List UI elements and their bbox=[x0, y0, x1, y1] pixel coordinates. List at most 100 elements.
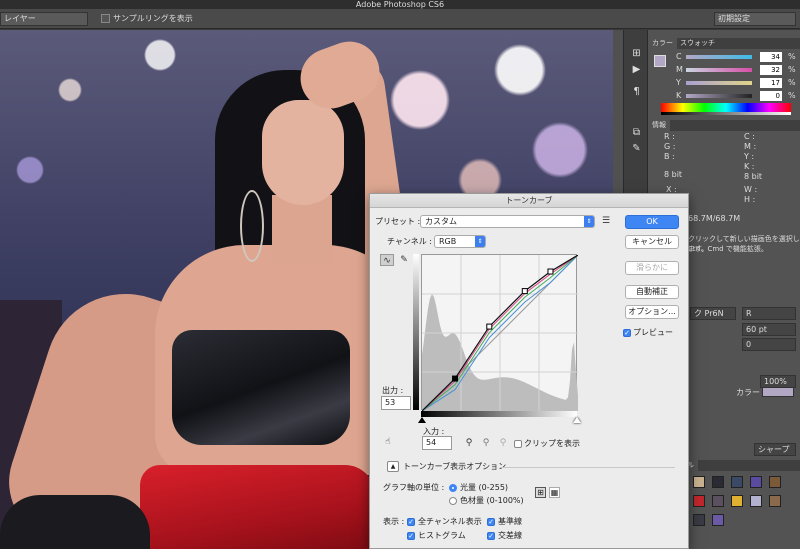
auto-button[interactable]: 自動補正 bbox=[625, 285, 679, 299]
sample-ring-checkbox[interactable] bbox=[101, 14, 110, 23]
app-title-bar: Adobe Photoshop CS6 bbox=[0, 0, 800, 9]
black-eyedropper-icon[interactable]: ⚲ bbox=[462, 437, 476, 449]
sample-ring-label: サンプルリングを表示 bbox=[113, 14, 193, 23]
grid-coarse-icon[interactable]: ⊞ bbox=[535, 487, 546, 498]
ok-button[interactable]: OK bbox=[625, 215, 679, 229]
photo-red-skirt bbox=[140, 465, 375, 549]
slider-k[interactable]: K 0 % bbox=[676, 91, 798, 101]
info-h: H : bbox=[744, 195, 756, 204]
slider-m-value[interactable]: 32 bbox=[760, 65, 782, 75]
preview-checkbox[interactable]: ✓ bbox=[623, 329, 631, 337]
section-divider bbox=[500, 467, 675, 468]
white-eyedropper-icon[interactable]: ⚲ bbox=[496, 437, 510, 449]
info-k: K : bbox=[744, 162, 755, 171]
grid-fine-icon[interactable]: ▦ bbox=[549, 487, 560, 498]
curve-point bbox=[486, 323, 493, 330]
clip-label: クリップを表示 bbox=[524, 439, 580, 448]
collapse-toggle-icon[interactable]: ▲ bbox=[387, 461, 399, 472]
style-swatch[interactable] bbox=[731, 476, 743, 488]
color-spectrum-bar[interactable] bbox=[661, 103, 791, 112]
font-style-select[interactable]: R bbox=[742, 307, 796, 320]
style-swatch[interactable] bbox=[712, 514, 724, 526]
clip-checkbox[interactable] bbox=[514, 440, 522, 448]
slider-y-letter: Y bbox=[676, 78, 681, 87]
channel-chevron-icon: ⇕ bbox=[475, 236, 485, 247]
font-size-field[interactable]: 60 pt bbox=[742, 323, 796, 336]
slider-m-track[interactable] bbox=[686, 68, 752, 72]
app-title: Adobe Photoshop CS6 bbox=[355, 0, 445, 9]
slider-c-track[interactable] bbox=[686, 55, 752, 59]
style-swatch[interactable] bbox=[750, 495, 762, 507]
preset-options-icon[interactable]: ☰ bbox=[599, 215, 613, 227]
gray-eyedropper-icon[interactable]: ⚲ bbox=[479, 437, 493, 449]
tab-color[interactable]: カラー bbox=[648, 38, 677, 49]
style-swatch[interactable] bbox=[693, 514, 705, 526]
cancel-button[interactable]: キャンセル bbox=[625, 235, 679, 249]
curve-point-tool-icon[interactable]: ∿ bbox=[380, 254, 394, 266]
slider-c-value[interactable]: 34 bbox=[760, 52, 782, 62]
slider-k-track[interactable] bbox=[686, 94, 752, 98]
hand-adjust-icon[interactable]: ☝ bbox=[381, 436, 395, 448]
channel-value: RGB bbox=[439, 237, 457, 246]
tab-info[interactable]: 情報 bbox=[648, 120, 670, 131]
input-field[interactable]: 54 bbox=[422, 436, 452, 450]
style-swatch[interactable] bbox=[750, 476, 762, 488]
channel-select[interactable]: RGB ⇕ bbox=[434, 235, 486, 248]
black-point-slider[interactable] bbox=[418, 417, 426, 423]
layer-select[interactable]: レイヤー bbox=[0, 12, 88, 26]
slider-y-value[interactable]: 17 bbox=[760, 78, 782, 88]
display-options-heading: トーンカーブ表示オプション bbox=[403, 462, 507, 471]
curve-point bbox=[521, 288, 528, 295]
actions-play-icon[interactable]: ▶ bbox=[630, 63, 643, 76]
slider-m[interactable]: M 32 % bbox=[676, 65, 798, 75]
slider-k-value[interactable]: 0 bbox=[760, 91, 782, 101]
slider-c-unit: % bbox=[788, 52, 796, 61]
style-swatch[interactable] bbox=[731, 495, 743, 507]
photo-foreground-stool bbox=[0, 495, 150, 549]
preset-label: プリセット : bbox=[375, 217, 421, 226]
slider-c[interactable]: C 34 % bbox=[676, 52, 798, 62]
unit-light-radio[interactable] bbox=[449, 484, 457, 492]
unit-pigment-radio[interactable] bbox=[449, 497, 457, 505]
color-ramp-bar[interactable] bbox=[661, 112, 791, 115]
style-swatch[interactable] bbox=[769, 476, 781, 488]
style-swatch[interactable] bbox=[693, 476, 705, 488]
slider-y[interactable]: Y 17 % bbox=[676, 78, 798, 88]
curves-graph[interactable] bbox=[421, 254, 578, 411]
unit-light-label: 光量 (0-255) bbox=[460, 483, 509, 492]
foreground-color-swatch[interactable] bbox=[654, 55, 666, 67]
workspace-select[interactable]: 初期設定 bbox=[714, 12, 796, 26]
baseline-checkbox[interactable]: ✓ bbox=[487, 518, 495, 526]
color-panel-tabs: カラー スウォッチ bbox=[648, 38, 800, 49]
preview-label: プレビュー bbox=[633, 328, 673, 337]
output-field[interactable]: 53 bbox=[381, 396, 411, 410]
options-bar: レイヤー サンプルリングを表示 初期設定 bbox=[0, 9, 800, 29]
paragraph-icon[interactable]: ¶ bbox=[630, 85, 643, 98]
slider-k-letter: K bbox=[676, 91, 682, 100]
preset-select[interactable]: カスタム ⇕ bbox=[420, 215, 595, 228]
style-swatch[interactable] bbox=[712, 476, 724, 488]
smooth-button[interactable]: 滑らかに bbox=[625, 261, 679, 275]
tracking-field[interactable]: 0 bbox=[742, 338, 796, 351]
tab-swatches[interactable]: スウォッチ bbox=[676, 38, 719, 49]
histogram-checkbox[interactable]: ✓ bbox=[407, 532, 415, 540]
style-swatch[interactable] bbox=[712, 495, 724, 507]
text-color-swatch[interactable] bbox=[762, 387, 794, 397]
curves-graph-svg[interactable] bbox=[422, 255, 578, 411]
style-swatch[interactable] bbox=[693, 495, 705, 507]
all-channels-checkbox[interactable]: ✓ bbox=[407, 518, 415, 526]
pencil-tool-icon[interactable]: ✎ bbox=[397, 254, 411, 266]
font-family-select[interactable]: ク Pr6N bbox=[690, 307, 736, 320]
options-button[interactable]: オプション... bbox=[625, 305, 679, 319]
intersection-checkbox[interactable]: ✓ bbox=[487, 532, 495, 540]
slider-y-track[interactable] bbox=[686, 81, 752, 85]
history-icon[interactable]: ⊞ bbox=[630, 47, 643, 60]
antialias-select[interactable]: シャープ bbox=[754, 443, 796, 456]
white-point-slider[interactable] bbox=[573, 417, 581, 423]
layer-comps-icon[interactable]: ⧉ bbox=[630, 126, 643, 139]
style-swatch[interactable] bbox=[769, 495, 781, 507]
slider-m-letter: M bbox=[676, 65, 683, 74]
info-left-bits: 8 bit bbox=[664, 170, 683, 179]
brush-icon[interactable]: ✎ bbox=[630, 142, 643, 155]
show-label: 表示 : bbox=[383, 517, 405, 526]
